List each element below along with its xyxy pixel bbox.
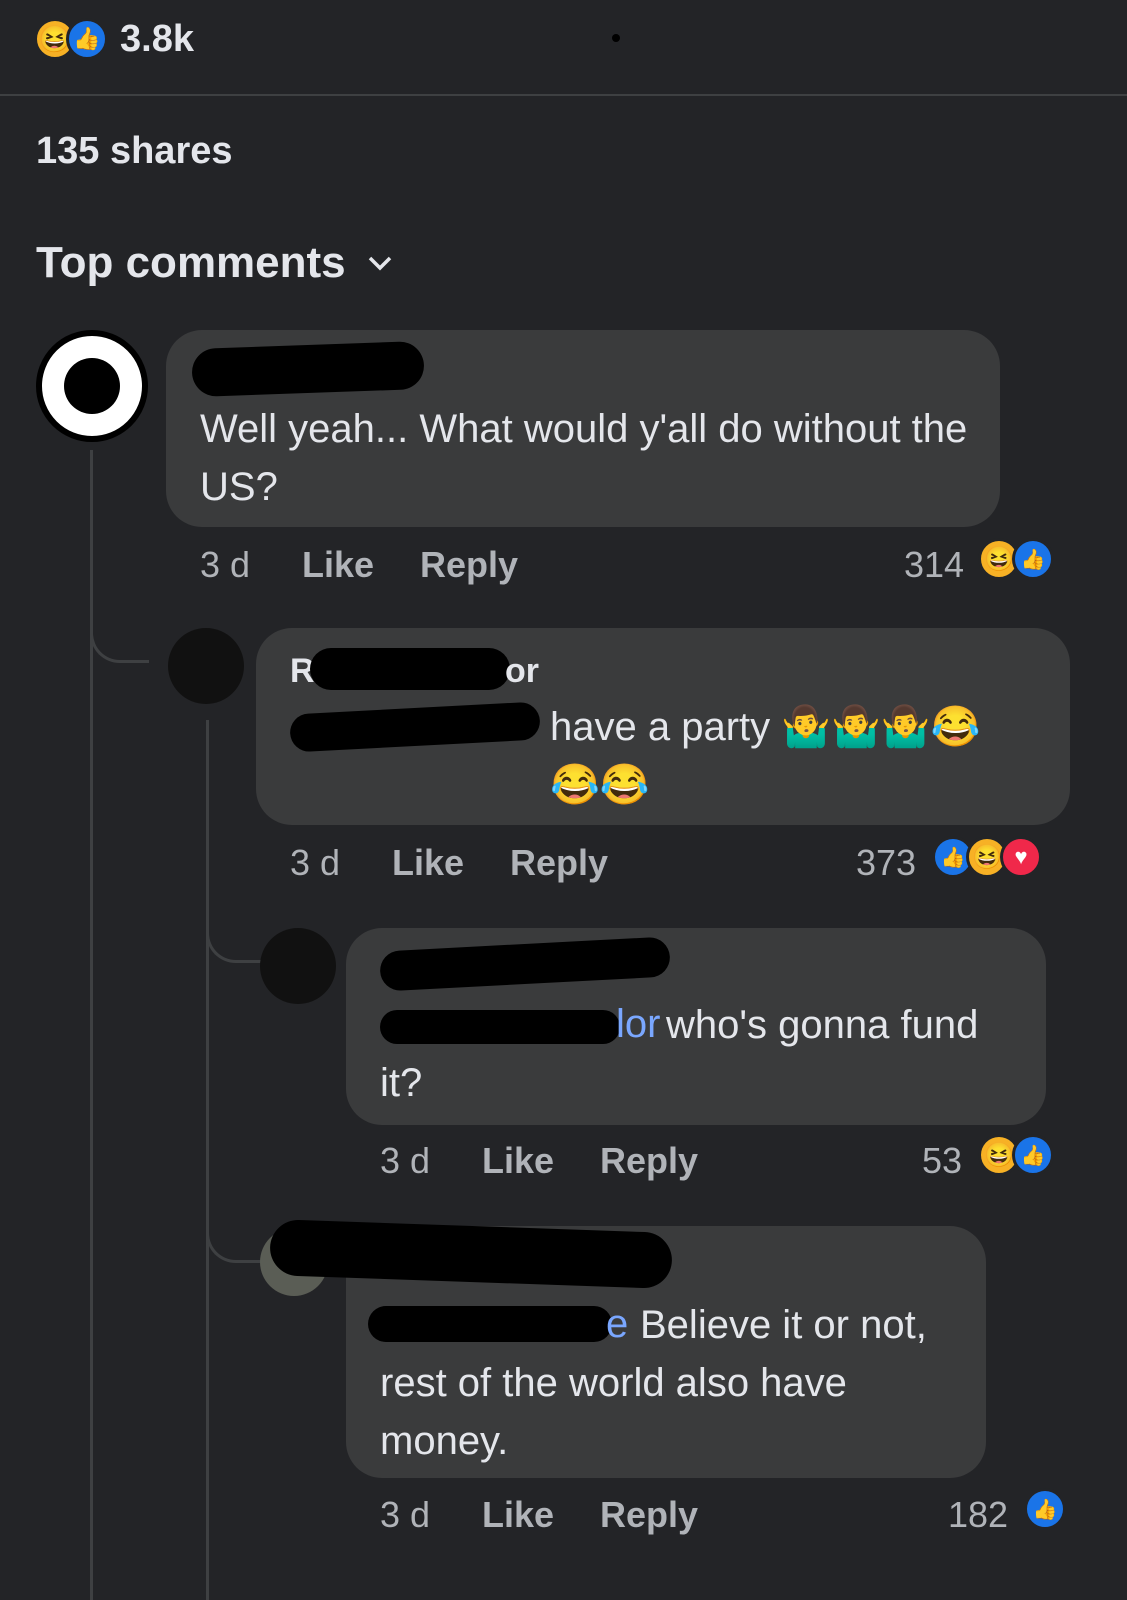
chevron-down-icon bbox=[368, 256, 391, 271]
like-button[interactable]: Like bbox=[482, 1494, 554, 1536]
reply-button[interactable]: Reply bbox=[420, 544, 518, 586]
thread-branch bbox=[206, 910, 265, 963]
reply-button[interactable]: Reply bbox=[510, 842, 608, 884]
sort-dropdown[interactable]: Top comments bbox=[36, 238, 394, 288]
reaction-count[interactable]: 53 bbox=[922, 1140, 962, 1182]
reaction-count[interactable]: 373 bbox=[856, 842, 916, 884]
shares-count[interactable]: 135 shares bbox=[36, 130, 233, 173]
redacted-author bbox=[310, 648, 510, 690]
sort-label: Top comments bbox=[36, 238, 346, 287]
comment-time: 3 d bbox=[380, 1140, 431, 1181]
heart-icon: ♥ bbox=[1000, 836, 1042, 878]
comment-text: Well yeah... What would y'all do without… bbox=[200, 407, 968, 509]
comment-text: have a party 🤷‍♂️🤷‍♂️🤷‍♂️😂 😂😂 bbox=[550, 705, 981, 807]
redacted-author bbox=[191, 340, 425, 398]
avatar[interactable] bbox=[168, 628, 244, 704]
divider bbox=[0, 94, 1127, 96]
reaction-count[interactable]: 182 bbox=[948, 1494, 1008, 1536]
reply-button[interactable]: Reply bbox=[600, 1140, 698, 1182]
comment-time: 3 d bbox=[200, 544, 251, 585]
reaction-icons[interactable]: 😆 👍 bbox=[978, 1134, 1054, 1176]
reaction-count: 3.8k bbox=[120, 17, 194, 60]
reaction-icons[interactable]: 😆 👍 bbox=[978, 538, 1054, 580]
like-button[interactable]: Like bbox=[482, 1140, 554, 1182]
thread-branch bbox=[90, 610, 149, 663]
like-button[interactable]: Like bbox=[392, 842, 464, 884]
comment-time: 3 d bbox=[380, 1494, 431, 1535]
like-icon: 👍 bbox=[1012, 1134, 1054, 1176]
header-reactions[interactable]: 😆 👍 3.8k bbox=[34, 16, 194, 62]
dot-separator bbox=[612, 34, 620, 42]
comment-text: Believe it or not, rest of the world als… bbox=[380, 1303, 927, 1463]
reaction-count[interactable]: 314 bbox=[904, 544, 964, 586]
avatar[interactable] bbox=[36, 330, 148, 442]
comment-time: 3 d bbox=[290, 842, 341, 883]
like-button[interactable]: Like bbox=[302, 544, 374, 586]
like-icon: 👍 bbox=[66, 18, 108, 60]
comment-text: who's gonna fund it? bbox=[380, 1003, 979, 1105]
author-fragment[interactable]: or bbox=[505, 652, 539, 691]
like-icon: 👍 bbox=[1012, 538, 1054, 580]
reaction-icons[interactable]: 👍 bbox=[1024, 1488, 1066, 1530]
thread-branch bbox=[206, 1210, 265, 1263]
like-icon: 👍 bbox=[1024, 1488, 1066, 1530]
reply-button[interactable]: Reply bbox=[600, 1494, 698, 1536]
avatar[interactable] bbox=[260, 928, 336, 1004]
reaction-icons[interactable]: 👍 😆 ♥ bbox=[932, 836, 1042, 878]
thread-line-reply bbox=[206, 720, 209, 1600]
